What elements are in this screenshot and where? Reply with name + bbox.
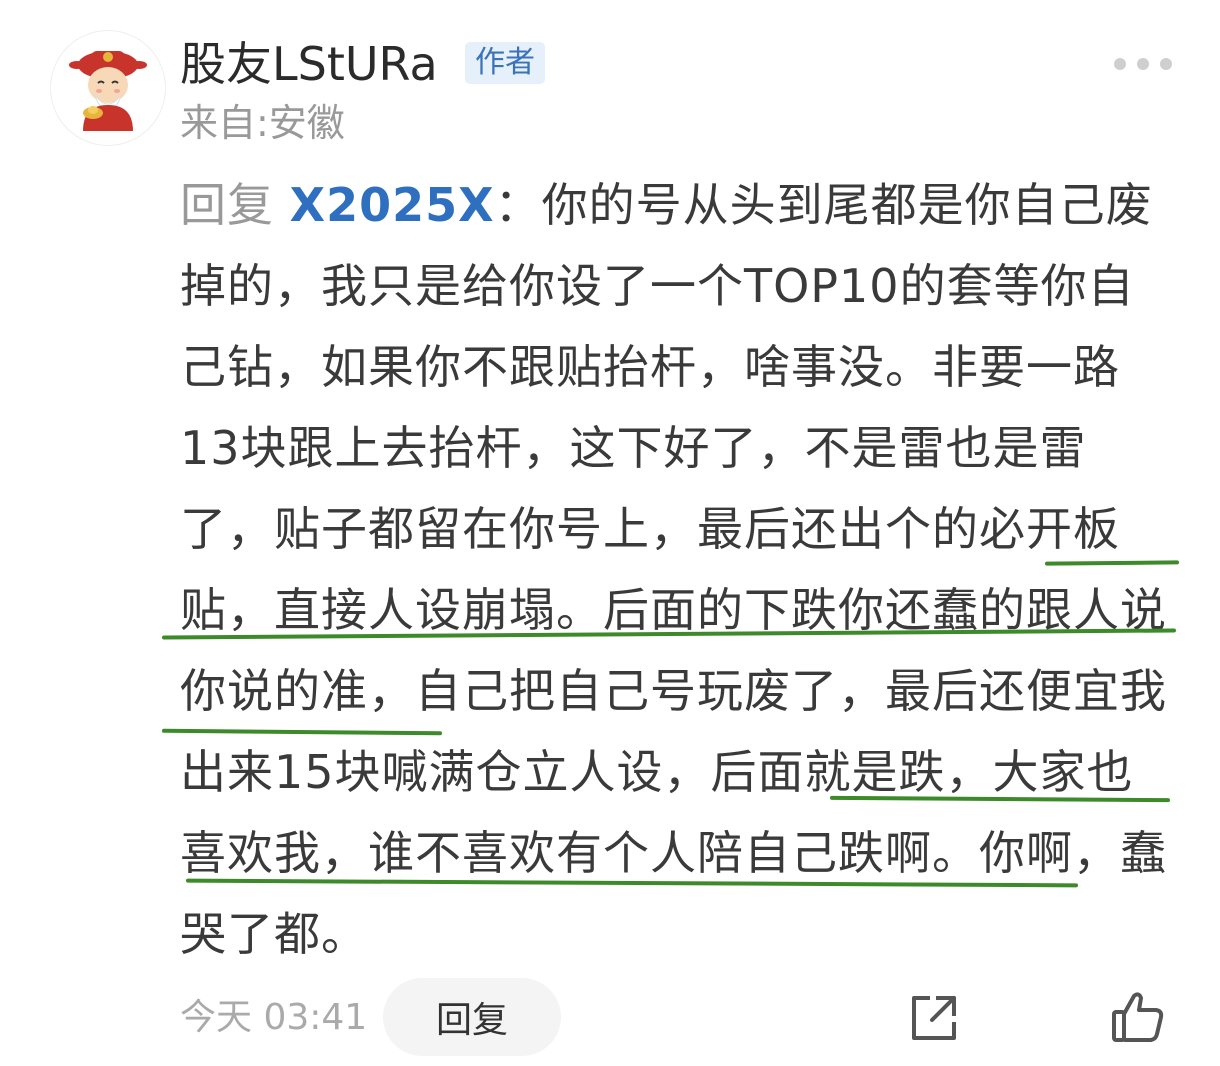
god-of-wealth-avatar-icon (69, 51, 147, 131)
comment-text-part: 你的号从头到尾都是你自己废掉的，我只是给你设了一个TOP10的套等你自己钻，如果… (180, 178, 1153, 556)
separator: ： (494, 178, 542, 232)
like-button[interactable] (1108, 988, 1166, 1046)
mention-link[interactable]: X2025X (290, 178, 495, 232)
more-options-button[interactable] (1110, 50, 1176, 78)
comment-body: 回复 X2025X：你的号从头到尾都是你自己废掉的，我只是给你设了一个TOP10… (180, 165, 1175, 975)
thumbs-up-icon (1112, 992, 1164, 1042)
timestamp: 今天 03:41 (180, 997, 368, 1038)
more-dots-icon (1114, 58, 1126, 70)
share-icon (912, 996, 956, 1040)
author-badge: 作者 (465, 42, 545, 84)
username[interactable]: 股友LStURa (180, 36, 438, 92)
share-button[interactable] (906, 990, 962, 1046)
user-avatar[interactable] (50, 30, 166, 146)
more-dots-icon (1160, 58, 1172, 70)
location-text: 来自:安徽 (180, 101, 345, 145)
reply-button[interactable]: 回复 (383, 978, 561, 1056)
reply-prefix: 回复 (180, 178, 274, 232)
more-dots-icon (1137, 58, 1149, 70)
